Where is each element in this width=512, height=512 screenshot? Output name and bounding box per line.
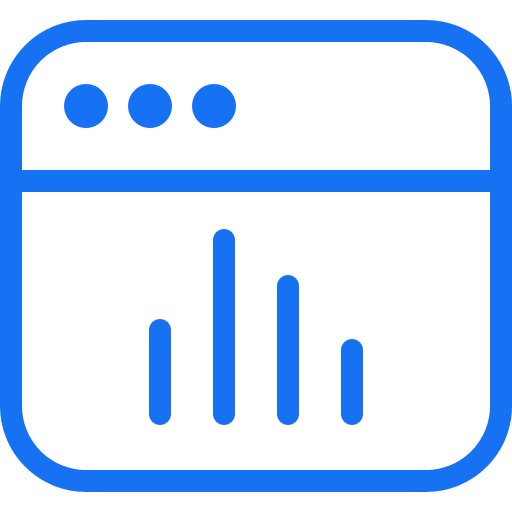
window-dot-3 <box>192 84 236 128</box>
window-dots <box>64 84 236 128</box>
window-dot-2 <box>128 84 172 128</box>
chart-bars <box>149 229 363 425</box>
browser-analytics-icon <box>0 20 512 492</box>
window-dot-1 <box>64 84 108 128</box>
icon-canvas <box>0 0 512 512</box>
